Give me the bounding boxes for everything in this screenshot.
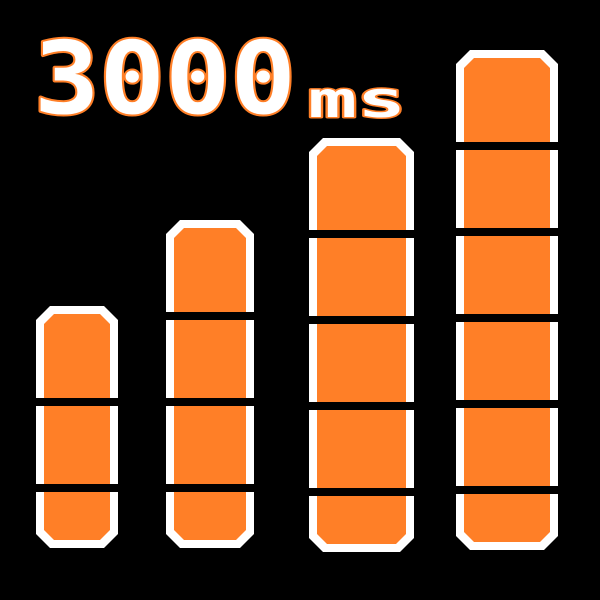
bar-divider [162,398,258,406]
latency-value: 3000 [34,20,296,137]
bar-fill [464,58,550,542]
bar-divider [305,488,418,496]
bar-divider [32,484,122,492]
signal-bar-4 [452,50,562,550]
bar-fill [174,228,246,540]
bar-divider [305,316,418,324]
latency-bars-graphic: 3000 ms [32,18,562,552]
signal-bar-1 [32,306,122,548]
bar-divider [305,230,418,238]
latency-indicator: 3000 ms [0,0,600,600]
bar-divider [452,400,562,408]
bar-divider [452,314,562,322]
bar-divider [452,142,562,150]
latency-unit: ms [308,71,406,129]
bar-divider [452,228,562,236]
bar-divider [162,484,258,492]
bar-fill [317,146,406,544]
bar-divider [305,402,418,410]
signal-bar-3 [305,138,418,552]
bar-divider [452,486,562,494]
bar-divider [162,312,258,320]
bar-divider [32,398,122,406]
signal-bar-2 [162,220,258,548]
bar-fill [44,314,110,540]
